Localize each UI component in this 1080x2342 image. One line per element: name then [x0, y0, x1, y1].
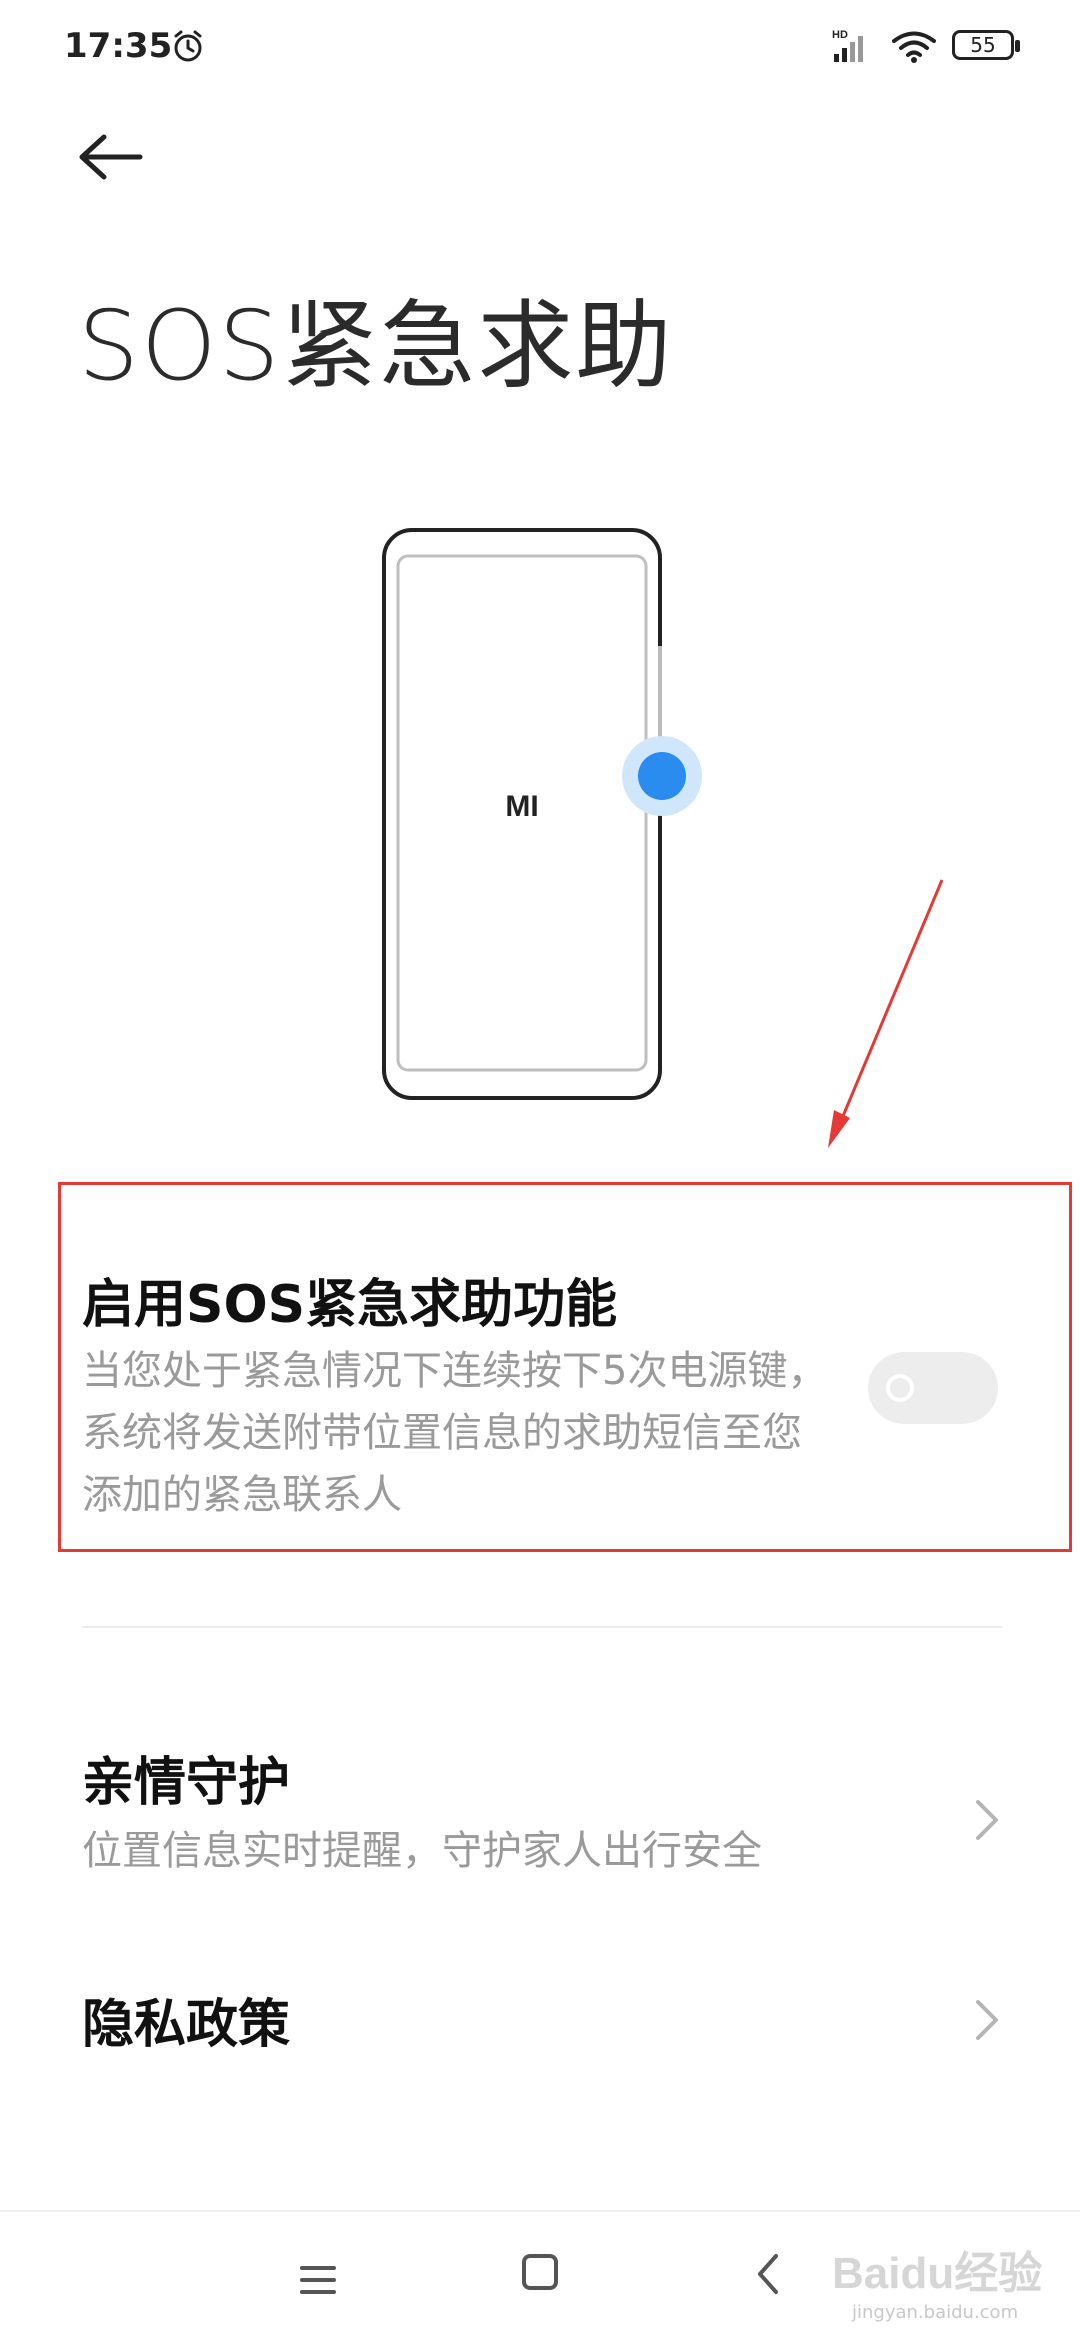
toggle-knob: [886, 1374, 914, 1402]
chevron-right-icon: [976, 1800, 998, 1840]
mi-logo: MI: [505, 790, 538, 823]
menu-icon[interactable]: [298, 2262, 338, 2298]
nav-back-icon[interactable]: [754, 2252, 784, 2296]
sos-setting-description: 当您处于紧急情况下连续按下5次电源键，系统将发送附带位置信息的求助短信至您添加的…: [82, 1348, 828, 1518]
privacy-policy-row[interactable]: 隐私政策: [0, 1930, 1080, 2100]
chevron-right-icon: [976, 2000, 998, 2040]
arrow-left-icon: [79, 134, 143, 180]
annotation-arrow-icon: [828, 879, 944, 1148]
page-title: SOS紧急求助: [78, 290, 674, 402]
back-button[interactable]: [78, 132, 158, 192]
status-time: 17:35: [64, 26, 173, 66]
watermark-url: jingyan.baidu.com: [852, 2302, 1019, 2323]
sos-setting-title: 启用SOS紧急求助功能: [82, 1275, 618, 1335]
phone-illustration: MI: [380, 526, 710, 1102]
cellular-signal-icon: HD: [832, 28, 876, 68]
battery-indicator: 55: [952, 30, 1020, 60]
divider: [82, 1626, 1002, 1628]
family-guard-row[interactable]: 亲情守护 位置信息实时提醒，守护家人出行安全: [0, 1700, 1080, 1874]
alarm-clock-icon: [170, 28, 206, 68]
family-guard-subtitle: 位置信息实时提醒，守护家人出行安全: [82, 1828, 762, 1874]
privacy-policy-title: 隐私政策: [82, 1995, 291, 2055]
sos-toggle-switch[interactable]: [868, 1352, 998, 1424]
baidu-watermark: Baidu经验: [832, 2249, 1042, 2298]
home-icon[interactable]: [522, 2254, 558, 2290]
network-type-label: HD: [832, 29, 848, 41]
wifi-icon: [892, 30, 936, 68]
status-bar: 17:35 HD 55: [0, 0, 1080, 100]
watermark-brand: Baidu经验: [832, 2249, 1042, 2298]
family-guard-title: 亲情守护: [82, 1753, 291, 1813]
